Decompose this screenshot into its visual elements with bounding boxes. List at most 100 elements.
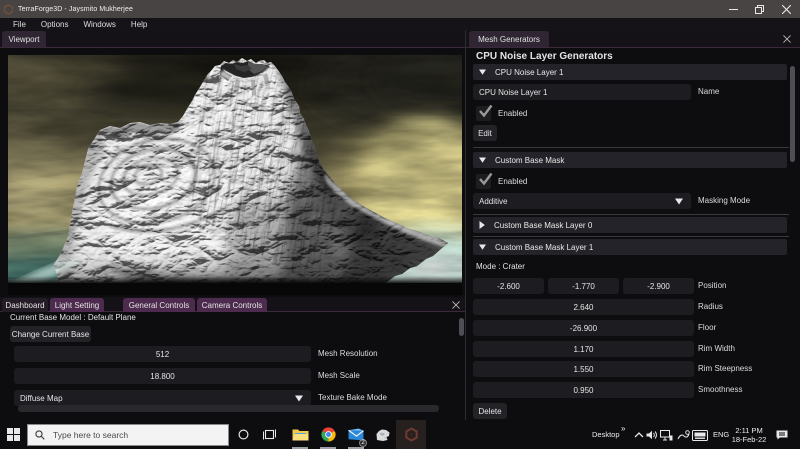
field-value: 18.800 (150, 371, 175, 381)
header-label: CPU Noise Layer 1 (495, 67, 564, 77)
dock-separator (465, 30, 466, 420)
check-icon (479, 172, 493, 186)
mail-icon[interactable]: 2 (343, 420, 369, 449)
current-base-model-text: Current Base Model : Default Plane (10, 313, 136, 322)
taskbar: Type here to search 2 Desktop » ENG 2:11… (0, 420, 800, 449)
minimize-button[interactable] (720, 0, 746, 18)
mesh-resolution-field[interactable]: 512 (14, 346, 311, 362)
menu-help[interactable]: Help (123, 20, 154, 29)
tray-network-icon[interactable] (660, 430, 673, 441)
cpu-noise-heading: CPU Noise Layer Generators (476, 51, 613, 62)
field-value: 1.550 (573, 364, 594, 374)
tray-hidden-icons-chevron[interactable] (634, 432, 644, 438)
rim-width-field[interactable]: 1.170 (473, 341, 694, 357)
maximize-button[interactable] (746, 0, 772, 18)
taskbar-search-box[interactable]: Type here to search (27, 423, 229, 446)
mode-text: Mode : Crater (476, 262, 525, 271)
field-value: -1.770 (572, 281, 595, 291)
separator (473, 214, 789, 215)
tray-language-label[interactable]: ENG (713, 430, 729, 439)
radius-label: Radius (698, 302, 723, 311)
tray-touch-keyboard-icon[interactable] (692, 430, 708, 441)
floor-field[interactable]: -26.900 (473, 320, 694, 336)
menu-options[interactable]: Options (33, 20, 76, 29)
tray-audio-meter-icon[interactable] (677, 430, 690, 441)
header-custom-base-mask-layer-1[interactable]: Custom Base Mask Layer 1 (473, 239, 787, 255)
start-button[interactable] (0, 420, 27, 449)
menu-file[interactable]: File (0, 20, 33, 29)
position-y-field[interactable]: -1.770 (548, 278, 619, 294)
header-cpu-noise-layer-1[interactable]: CPU Noise Layer 1 (473, 64, 787, 80)
tray-desktop-label[interactable]: Desktop (592, 430, 620, 439)
header-label: Custom Base Mask Layer 0 (494, 220, 593, 230)
header-custom-base-mask[interactable]: Custom Base Mask (473, 152, 787, 168)
tab-viewport[interactable]: Viewport (2, 31, 46, 47)
header-label: Custom Base Mask Layer 1 (495, 242, 594, 252)
mesh-panel-close-icon[interactable] (783, 35, 792, 44)
windows-logo-icon (7, 428, 20, 441)
terraforge3d-taskbar-icon[interactable] (396, 420, 426, 449)
enabled-label-mask: Enabled (498, 177, 528, 186)
app-icon-gray[interactable] (370, 420, 396, 449)
mesh-resolution-label: Mesh Resolution (318, 349, 378, 358)
tray-overflow-chevron[interactable]: » (621, 424, 625, 433)
file-explorer-icon[interactable] (287, 420, 313, 449)
smoothness-label: Smoothness (698, 385, 743, 394)
tray-volume-icon[interactable] (646, 430, 658, 440)
notification-center-icon[interactable] (775, 429, 789, 441)
rim-steepness-field[interactable]: 1.550 (473, 361, 694, 377)
tab-dashboard[interactable]: Dashboard (2, 298, 48, 312)
texture-bake-mode-combo[interactable]: Diffuse Map (14, 390, 311, 406)
dashboard-panel-close-icon[interactable] (452, 301, 461, 310)
position-z-field[interactable]: -2.900 (623, 278, 694, 294)
tray-date: 18-Feb-22 (731, 435, 767, 444)
menu-windows[interactable]: Windows (76, 20, 123, 29)
field-value: -2.900 (647, 281, 670, 291)
tray-time: 2:11 PM (735, 426, 763, 435)
tab-light-setting[interactable]: Light Setting (50, 298, 104, 312)
chrome-icon[interactable] (315, 420, 341, 449)
mail-badge: 2 (359, 439, 367, 447)
tray-clock[interactable]: 2:11 PM 18-Feb-22 (731, 426, 767, 444)
enabled-label-layer1: Enabled (498, 109, 528, 118)
cortana-icon[interactable] (230, 420, 256, 449)
dashboard-vscrollbar[interactable] (459, 318, 464, 336)
radius-field[interactable]: 2.640 (473, 299, 694, 315)
delete-button[interactable]: Delete (473, 403, 507, 419)
tab-mesh-generators[interactable]: Mesh Generators (469, 31, 549, 47)
mesh-scale-label: Mesh Scale (318, 371, 360, 380)
dashboard-hscrollbar[interactable] (18, 405, 439, 412)
change-current-base-button[interactable]: Change Current Base (10, 326, 91, 342)
viewport-3d-render[interactable] (8, 55, 462, 295)
position-x-field[interactable]: -2.600 (473, 278, 544, 294)
field-value: 2.640 (573, 302, 594, 312)
collapse-arrow-down-icon (479, 157, 486, 163)
field-value: 1.170 (573, 344, 594, 354)
tab-camera-controls[interactable]: Camera Controls (197, 298, 267, 312)
masking-mode-combo[interactable]: Additive (473, 193, 691, 209)
collapse-arrow-down-icon (479, 69, 486, 75)
combo-arrow-down-icon (675, 198, 683, 205)
position-label: Position (698, 281, 727, 290)
mesh-panel-vscrollbar[interactable] (790, 66, 795, 162)
field-value: -26.900 (569, 323, 598, 333)
edit-button[interactable]: Edit (473, 125, 497, 141)
combo-value: Diffuse Map (20, 393, 63, 403)
mesh-scale-field[interactable]: 18.800 (14, 368, 311, 384)
name-input[interactable]: CPU Noise Layer 1 (473, 84, 691, 100)
app-icon (3, 3, 14, 15)
smoothness-field[interactable]: 0.950 (473, 382, 694, 398)
check-icon (479, 104, 493, 118)
tab-general-controls[interactable]: General Controls (123, 298, 195, 312)
masking-mode-label: Masking Mode (698, 196, 751, 205)
close-button[interactable] (772, 0, 800, 18)
header-custom-base-mask-layer-0[interactable]: Custom Base Mask Layer 0 (473, 217, 787, 233)
field-value: 0.950 (573, 385, 594, 395)
task-view-icon[interactable] (256, 420, 282, 449)
separator (473, 236, 789, 237)
rim-steepness-label: Rim Steepness (698, 364, 753, 373)
collapse-arrow-right-icon (479, 221, 485, 229)
name-input-value: CPU Noise Layer 1 (479, 87, 548, 97)
search-placeholder: Type here to search (53, 429, 129, 440)
dashboard-panel: Dashboard Light Setting General Controls… (0, 297, 465, 420)
